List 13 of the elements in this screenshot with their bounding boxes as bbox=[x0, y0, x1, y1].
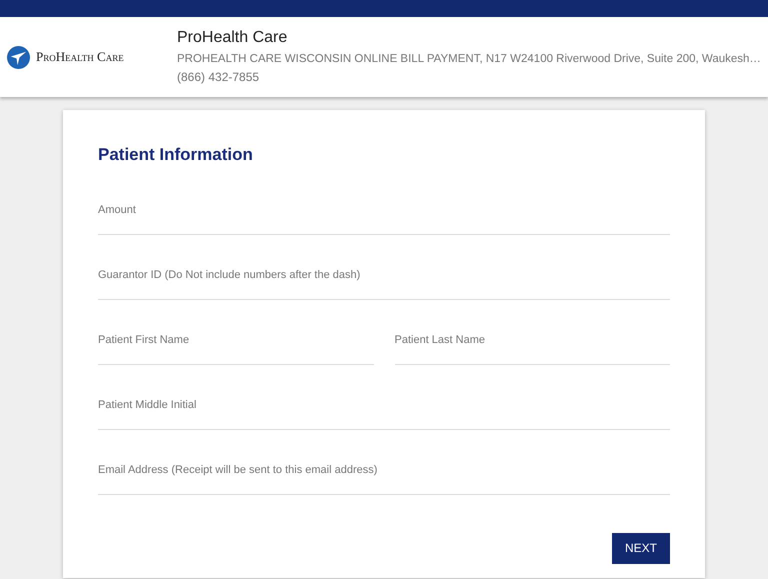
input-field[interactable]: Guarantor ID (Do Not include numbers after the dash) bbox=[98, 250, 670, 300]
input-field[interactable]: Amount bbox=[98, 186, 670, 234]
header-title: ProHealth Care bbox=[177, 28, 288, 48]
input-field[interactable]: Email Address (Receipt will be sent to this email address) bbox=[98, 446, 670, 494]
next-button[interactable]: NEXT bbox=[612, 532, 670, 564]
phone-text: (866) 432-7855 bbox=[177, 69, 260, 86]
logo-text: ProHealth Care bbox=[36, 48, 124, 66]
logo-icon bbox=[7, 46, 30, 68]
input-field[interactable]: Patient Middle Initial bbox=[98, 380, 670, 430]
input-field[interactable]: Patient First Name bbox=[98, 316, 374, 364]
input-field[interactable]: Patient Last Name bbox=[394, 316, 670, 364]
form-title: Patient Information bbox=[98, 144, 254, 166]
address-text: PROHEALTH CARE WISCONSIN ONLINE BILL PAYMENT, N17 W24100 Riverwood Drive, Suite 200, Waukesh… bbox=[177, 52, 761, 67]
